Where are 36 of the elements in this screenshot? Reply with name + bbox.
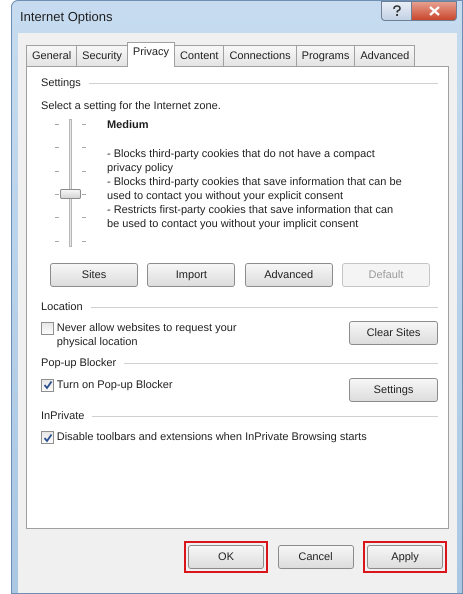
button[interactable]: Apply: [367, 545, 443, 569]
section-heading: Settings: [41, 76, 81, 91]
window-title: Internet Options: [19, 8, 112, 26]
help-icon: [392, 5, 402, 17]
section-heading: Location: [41, 300, 83, 315]
button[interactable]: Import: [147, 262, 236, 287]
tab[interactable]: Content: [174, 45, 224, 66]
level-name: Medium: [107, 118, 150, 133]
checkbox[interactable]: [41, 431, 54, 444]
prompt-text: Select a setting for the Internet zone.: [41, 98, 222, 114]
checkbox-label: Turn on Pop-up Blocker: [56, 378, 173, 392]
tab[interactable]: Privacy: [126, 42, 175, 67]
slider-thumb[interactable]: [60, 188, 81, 199]
description-text: - Blocks third-party cookies that save information that can be used to contact you without your explicit consent: [107, 175, 402, 204]
description-text: - Restricts first-party cookies that save information that can be used to contact you without your implicit consent: [107, 203, 394, 232]
tab[interactable]: Security: [76, 45, 128, 66]
section-heading: InPrivate: [41, 408, 84, 424]
section-heading: Pop-up Blocker: [41, 356, 116, 372]
checkbox[interactable]: [41, 322, 54, 336]
tab[interactable]: Programs: [296, 45, 356, 66]
checkbox-label: Never allow websites to request your physical location: [56, 321, 238, 350]
tab[interactable]: General: [26, 45, 78, 66]
description-text: - Blocks third-party cookies that do not have a compact privacy policy: [107, 147, 376, 176]
close-button[interactable]: [411, 1, 457, 21]
tab[interactable]: Advanced: [354, 45, 416, 66]
button[interactable]: OK: [188, 545, 264, 569]
checkbox[interactable]: [41, 378, 54, 392]
tab[interactable]: Connections: [223, 45, 297, 66]
help-button[interactable]: [381, 1, 411, 21]
close-icon: [428, 6, 440, 16]
button[interactable]: Settings: [349, 378, 438, 402]
button[interactable]: Cancel: [278, 545, 354, 569]
button[interactable]: Advanced: [244, 262, 333, 287]
button[interactable]: Sites: [50, 262, 138, 287]
checkbox-label: Disable toolbars and extensions when InPrivate Browsing starts: [56, 430, 367, 444]
button[interactable]: Clear Sites: [349, 321, 438, 346]
